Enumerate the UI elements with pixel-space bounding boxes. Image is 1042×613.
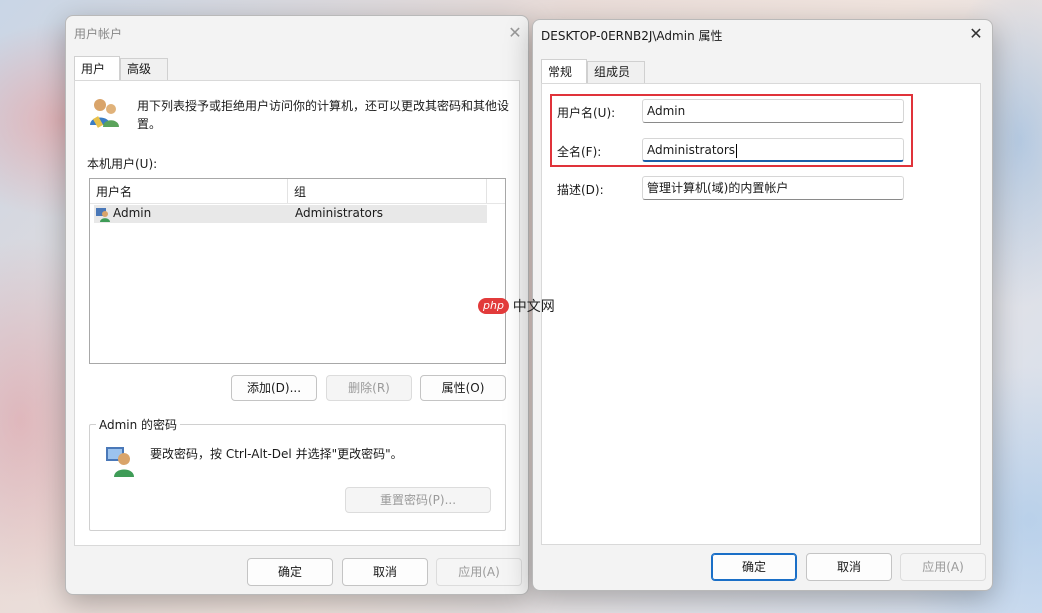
column-header-username[interactable]: 用户名: [96, 183, 132, 200]
tab-label: 组成员: [594, 65, 631, 79]
tab-member-of[interactable]: 组成员: [587, 61, 645, 83]
list-item[interactable]: Admin Administrators: [94, 205, 487, 223]
fullname-field[interactable]: Administrators: [642, 138, 904, 162]
apply-button[interactable]: 应用(A): [436, 558, 522, 586]
tab-label: 高级: [127, 62, 152, 76]
username-value: Admin: [647, 104, 686, 118]
admin-properties-titlebar[interactable]: DESKTOP-0ERNB2J\Admin 属性 ✕: [533, 20, 992, 54]
ok-button[interactable]: 确定: [711, 553, 797, 581]
close-icon[interactable]: ✕: [961, 21, 991, 47]
watermark-badge: php: [478, 298, 509, 314]
row-username: Admin: [113, 206, 152, 220]
reset-password-button[interactable]: 重置密码(P)...: [345, 487, 491, 513]
username-label: 用户名(U):: [557, 106, 616, 120]
watermark-text: 中文网: [512, 299, 555, 315]
users-list[interactable]: 用户名 组 Admin Administrators: [89, 178, 506, 364]
local-users-label: 本机用户(U):: [87, 157, 158, 171]
password-group: Admin 的密码 要改密码，按 Ctrl-Alt-Del 并选择"更改密码"。…: [89, 416, 506, 531]
row-group: Administrators: [295, 206, 384, 220]
remove-button[interactable]: 删除(R): [326, 375, 412, 401]
cancel-button[interactable]: 取消: [806, 553, 892, 581]
users-tab-panel: 用下列表授予或拒绝用户访问你的计算机，还可以更改其密码和其他设置。 本机用户(U…: [74, 80, 520, 546]
tab-advanced[interactable]: 高级: [120, 58, 168, 80]
user-key-icon: [106, 447, 134, 477]
tab-label: 常规: [548, 65, 573, 79]
tab-strip: 常规 组成员: [541, 59, 981, 83]
password-group-title: Admin 的密码: [96, 416, 181, 433]
list-header: 用户名 组: [90, 179, 505, 204]
tab-label: 用户: [81, 62, 106, 76]
ok-button[interactable]: 确定: [247, 558, 333, 586]
text-caret: [736, 143, 738, 158]
window-title: DESKTOP-0ERNB2J\Admin 属性: [541, 29, 723, 43]
tab-strip: 用户 高级: [74, 56, 520, 80]
watermark: php 中文网: [478, 296, 555, 316]
close-icon[interactable]: ✕: [500, 20, 528, 46]
users-description: 用下列表授予或拒绝用户访问你的计算机，还可以更改其密码和其他设置。: [137, 99, 510, 131]
user-accounts-window: 用户帐户 ✕ 用户 高级 用下列表授予或拒绝用户访问你的计算机，还可以更改其密码…: [65, 15, 529, 595]
tab-general[interactable]: 常规: [541, 59, 587, 83]
username-field[interactable]: Admin: [642, 99, 904, 123]
add-button[interactable]: 添加(D)...: [231, 375, 317, 401]
properties-button[interactable]: 属性(O): [420, 375, 506, 401]
window-title: 用户帐户: [74, 27, 123, 41]
user-accounts-titlebar[interactable]: 用户帐户 ✕: [66, 16, 528, 50]
description-value: 管理计算机(域)的内置帐户: [647, 181, 789, 195]
column-header-group[interactable]: 组: [294, 183, 306, 200]
password-hint: 要改密码，按 Ctrl-Alt-Del 并选择"更改密码"。: [150, 447, 403, 461]
general-tab-panel: 用户名(U): Admin 全名(F): Administrators 描述(D…: [541, 83, 981, 545]
cancel-button[interactable]: 取消: [342, 558, 428, 586]
tab-users[interactable]: 用户: [74, 56, 120, 80]
description-label: 描述(D):: [557, 183, 604, 197]
fullname-label: 全名(F):: [557, 145, 602, 159]
admin-properties-window: DESKTOP-0ERNB2J\Admin 属性 ✕ 常规 组成员 用户名(U)…: [532, 19, 993, 591]
apply-button[interactable]: 应用(A): [900, 553, 986, 581]
column-divider[interactable]: [486, 179, 487, 203]
description-field[interactable]: 管理计算机(域)的内置帐户: [642, 176, 904, 200]
users-icon: [90, 99, 119, 128]
user-icon: [96, 208, 110, 222]
fullname-value: Administrators: [647, 143, 736, 157]
column-divider[interactable]: [287, 179, 288, 203]
